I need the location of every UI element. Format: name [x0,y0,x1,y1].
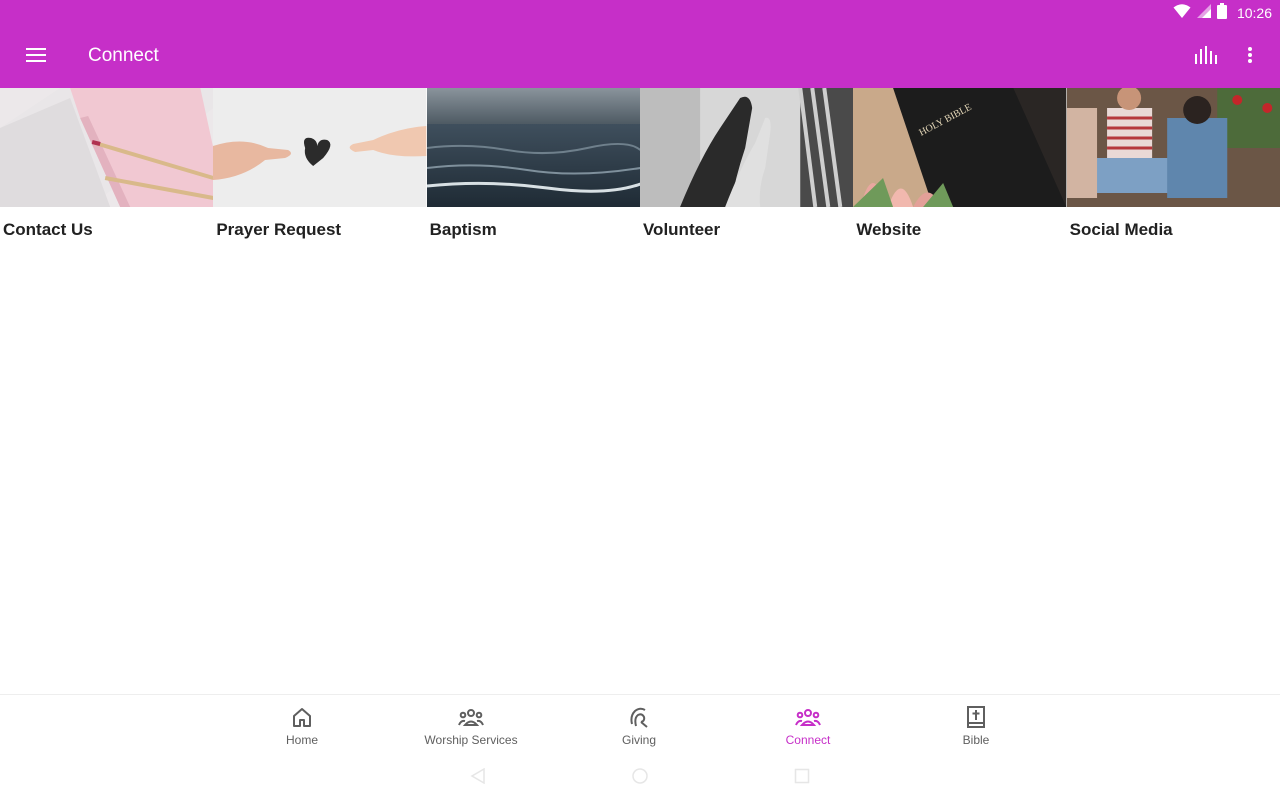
recents-square-icon [794,768,810,789]
status-time: 10:26 [1236,5,1272,21]
bottom-navigation: Home Worship Services Giving Connect Bib… [0,694,1280,754]
back-icon [470,767,486,789]
tile-contact-us[interactable]: Contact Us [0,88,214,248]
home-icon [289,705,315,729]
giving-hand-icon [626,705,652,729]
holding-hands-photo [639,88,854,207]
friends-sitting-photo [1066,88,1280,207]
system-navigation [0,756,1280,800]
nav-item-giving[interactable]: Giving [555,695,723,755]
holy-bible-tulips-photo: HOLY BIBLE [853,88,1067,207]
home-circle-icon [631,767,649,790]
app-bar: Connect [0,26,1280,88]
tile-baptism[interactable]: Baptism [426,88,640,248]
top-bar: 10:26 Connect [0,0,1280,88]
battery-icon [1216,2,1227,24]
nav-item-connect[interactable]: Connect [724,695,892,755]
stats-icon [1194,45,1218,69]
tile-label: Baptism [429,220,497,239]
nav-label: Home [285,733,318,747]
stats-button[interactable] [1184,35,1228,79]
nav-item-worship-services[interactable]: Worship Services [387,695,555,755]
nav-label: Connect [785,733,831,747]
tile-social-media[interactable]: Social Media [1066,88,1280,248]
tile-label: Volunteer [642,220,721,239]
nav-label: Worship Services [424,733,518,747]
tile-label: Contact Us [3,220,93,239]
page-title: Connect [88,45,159,66]
connect-tiles: Contact Us Prayer Request Baptism Volunt… [0,88,1280,248]
tile-label: Social Media [1069,220,1173,239]
more-vert-icon [1248,46,1252,68]
wifi-icon [1173,3,1191,23]
ocean-water-photo [426,88,640,207]
journal-pencils-photo [0,88,214,207]
menu-icon [26,47,46,67]
people-group-icon [458,705,484,729]
tile-label: Website [856,220,922,239]
signal-icon [1196,3,1211,23]
tile-volunteer[interactable]: Volunteer [639,88,854,248]
status-icons: 10:26 [1173,2,1272,24]
nav-item-bible[interactable]: Bible [892,695,1060,755]
system-recents-button[interactable] [790,766,814,790]
hands-heart-photo [213,88,427,207]
nav-label: Giving [621,733,656,747]
system-home-button[interactable] [628,766,652,790]
status-bar: 10:26 [0,0,1280,26]
menu-button[interactable] [14,35,58,79]
system-back-button[interactable] [466,766,490,790]
tile-website[interactable]: HOLY BIBLE Website [853,88,1067,248]
nav-label: Bible [962,733,990,747]
more-options-button[interactable] [1228,35,1272,79]
bible-book-icon [963,705,989,729]
tile-prayer-request[interactable]: Prayer Request [213,88,427,248]
tile-label: Prayer Request [216,220,342,239]
people-group-icon [795,705,821,729]
nav-item-home[interactable]: Home [218,695,386,755]
